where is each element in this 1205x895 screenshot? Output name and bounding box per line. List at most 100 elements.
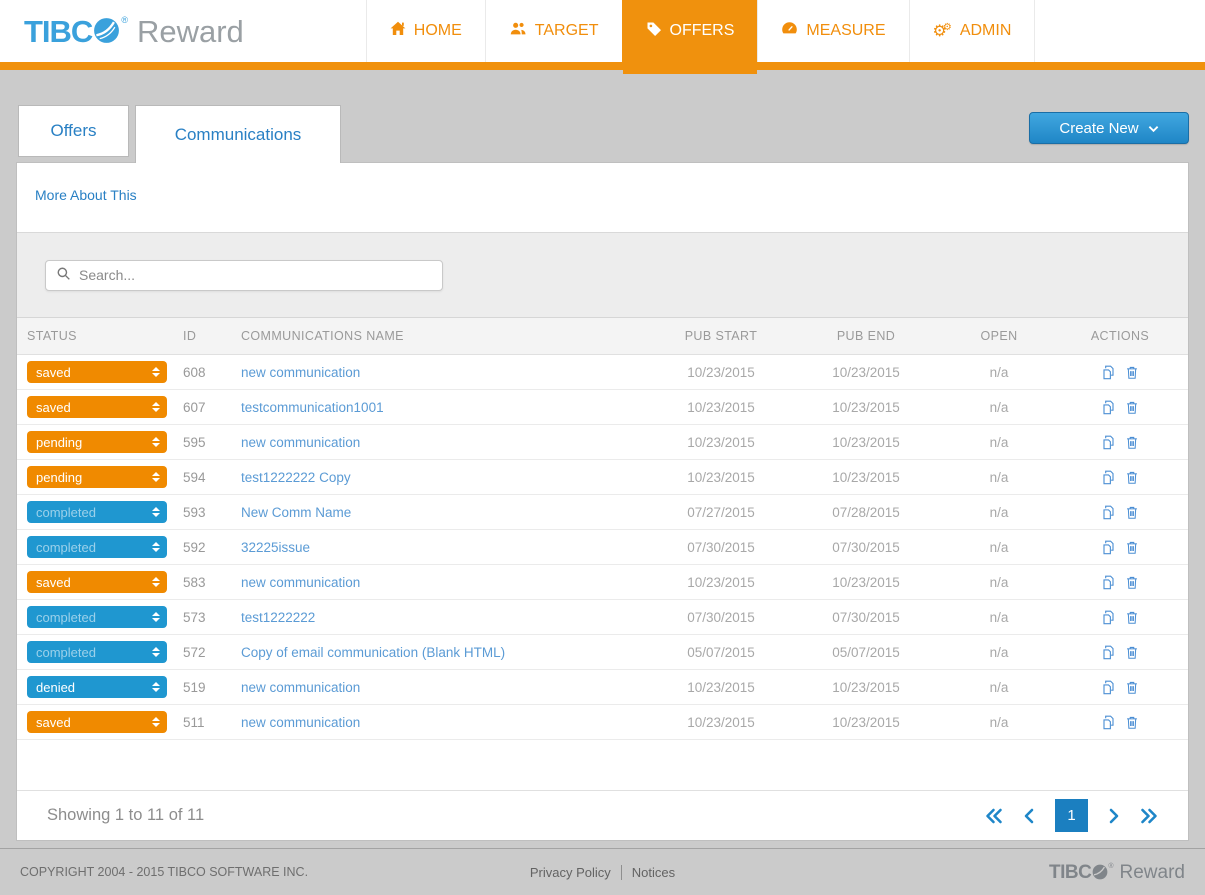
pub-start: 10/23/2015 bbox=[687, 679, 755, 695]
privacy-policy-link[interactable]: Privacy Policy bbox=[530, 865, 611, 880]
pub-end: 07/28/2015 bbox=[832, 504, 900, 520]
footer-logo-reward-text: Reward bbox=[1119, 861, 1185, 883]
status-value: saved bbox=[36, 399, 71, 415]
status-value: completed bbox=[36, 539, 96, 555]
current-page-button[interactable]: 1 bbox=[1055, 799, 1088, 832]
copy-icon[interactable] bbox=[1101, 540, 1116, 555]
communication-link[interactable]: new communication bbox=[241, 435, 360, 450]
communication-link[interactable]: New Comm Name bbox=[241, 505, 351, 520]
more-about-this-link[interactable]: More About This bbox=[35, 187, 137, 203]
main-content: Offers Communications Create New More Ab… bbox=[16, 105, 1189, 841]
trash-icon[interactable] bbox=[1125, 645, 1139, 660]
select-arrows-icon bbox=[152, 472, 160, 482]
trash-icon[interactable] bbox=[1125, 435, 1139, 450]
status-select[interactable]: saved bbox=[27, 361, 167, 383]
copy-icon[interactable] bbox=[1101, 610, 1116, 625]
copy-icon[interactable] bbox=[1101, 505, 1116, 520]
select-arrows-icon bbox=[152, 507, 160, 517]
nav-item-home[interactable]: HOME bbox=[365, 0, 485, 62]
copy-icon[interactable] bbox=[1101, 365, 1116, 380]
tab-offers[interactable]: Offers bbox=[18, 105, 129, 157]
open-value: n/a bbox=[989, 644, 1009, 660]
users-icon bbox=[509, 21, 527, 41]
gauge-icon bbox=[781, 21, 798, 41]
nav-item-admin[interactable]: ⚙⚙ ADMIN bbox=[908, 0, 1036, 62]
app-footer: COPYRIGHT 2004 - 2015 TIBCO SOFTWARE INC… bbox=[0, 848, 1205, 895]
communication-link[interactable]: test1222222 bbox=[241, 610, 315, 625]
search-input[interactable] bbox=[79, 267, 432, 283]
copy-icon[interactable] bbox=[1101, 400, 1116, 415]
status-select[interactable]: pending bbox=[27, 466, 167, 488]
gears-icon: ⚙⚙ bbox=[932, 21, 952, 40]
tab-label: Communications bbox=[174, 124, 302, 144]
row-id: 583 bbox=[183, 574, 206, 590]
status-value: denied bbox=[36, 679, 76, 695]
status-select[interactable]: completed bbox=[27, 501, 167, 523]
status-select[interactable]: denied bbox=[27, 676, 167, 698]
first-page-button[interactable] bbox=[985, 808, 1003, 824]
prev-page-button[interactable] bbox=[1023, 808, 1035, 824]
status-select[interactable]: saved bbox=[27, 711, 167, 733]
copy-icon[interactable] bbox=[1101, 715, 1116, 730]
create-new-button[interactable]: Create New bbox=[1029, 112, 1189, 144]
select-arrows-icon bbox=[152, 717, 160, 727]
copy-icon[interactable] bbox=[1101, 470, 1116, 485]
table-row: pending 594 test1222222 Copy 10/23/2015 … bbox=[17, 460, 1188, 495]
tab-communications[interactable]: Communications bbox=[135, 105, 341, 163]
status-select[interactable]: saved bbox=[27, 396, 167, 418]
communication-link[interactable]: new communication bbox=[241, 680, 360, 695]
last-page-button[interactable] bbox=[1140, 808, 1158, 824]
trash-icon[interactable] bbox=[1125, 715, 1139, 730]
next-page-button[interactable] bbox=[1108, 808, 1120, 824]
copy-icon[interactable] bbox=[1101, 435, 1116, 450]
trash-icon[interactable] bbox=[1125, 540, 1139, 555]
nav-label: ADMIN bbox=[959, 22, 1012, 39]
trash-icon[interactable] bbox=[1125, 610, 1139, 625]
trash-icon[interactable] bbox=[1125, 680, 1139, 695]
status-select[interactable]: saved bbox=[27, 571, 167, 593]
copy-icon[interactable] bbox=[1101, 680, 1116, 695]
communication-link[interactable]: 32225issue bbox=[241, 540, 310, 555]
table-row: saved 583 new communication 10/23/2015 1… bbox=[17, 565, 1188, 600]
trash-icon[interactable] bbox=[1125, 575, 1139, 590]
notices-link[interactable]: Notices bbox=[632, 865, 675, 880]
status-select[interactable]: completed bbox=[27, 606, 167, 628]
copy-icon[interactable] bbox=[1101, 645, 1116, 660]
column-header-pub-start: PUB START bbox=[684, 329, 758, 343]
app-header: TIBC ® Reward HOME TARGET OFFERS MEASURE… bbox=[0, 0, 1205, 74]
search-strip bbox=[17, 233, 1188, 318]
open-value: n/a bbox=[989, 504, 1009, 520]
trash-icon[interactable] bbox=[1125, 365, 1139, 380]
select-arrows-icon bbox=[152, 542, 160, 552]
communication-link[interactable]: testcommunication1001 bbox=[241, 400, 384, 415]
pub-end: 10/23/2015 bbox=[832, 434, 900, 450]
column-header-id: ID bbox=[183, 329, 197, 343]
logo-reward-text: Reward bbox=[136, 13, 244, 49]
communications-panel: More About This STATUS ID COMMUNICATIONS… bbox=[16, 162, 1189, 841]
communication-link[interactable]: new communication bbox=[241, 715, 360, 730]
footer-registered-mark: ® bbox=[1108, 862, 1114, 870]
status-select[interactable]: completed bbox=[27, 641, 167, 663]
communication-link[interactable]: Copy of email communication (Blank HTML) bbox=[241, 645, 505, 660]
communication-link[interactable]: new communication bbox=[241, 365, 360, 380]
status-select[interactable]: completed bbox=[27, 536, 167, 558]
status-select[interactable]: pending bbox=[27, 431, 167, 453]
nav-label: MEASURE bbox=[806, 22, 886, 39]
table-header: STATUS ID COMMUNICATIONS NAME PUB START … bbox=[17, 318, 1188, 355]
pub-start: 07/30/2015 bbox=[687, 609, 755, 625]
communication-link[interactable]: new communication bbox=[241, 575, 360, 590]
nav-label: OFFERS bbox=[669, 22, 735, 39]
copy-icon[interactable] bbox=[1101, 575, 1116, 590]
trash-icon[interactable] bbox=[1125, 470, 1139, 485]
nav-item-measure[interactable]: MEASURE bbox=[757, 0, 909, 62]
status-value: saved bbox=[36, 574, 71, 590]
communication-link[interactable]: test1222222 Copy bbox=[241, 470, 351, 485]
status-value: saved bbox=[36, 714, 71, 730]
trash-icon[interactable] bbox=[1125, 400, 1139, 415]
nav-item-target[interactable]: TARGET bbox=[484, 0, 622, 62]
trash-icon[interactable] bbox=[1125, 505, 1139, 520]
nav-item-offers[interactable]: OFFERS bbox=[621, 0, 758, 74]
table-row: denied 519 new communication 10/23/2015 … bbox=[17, 670, 1188, 705]
select-arrows-icon bbox=[152, 577, 160, 587]
search-icon bbox=[56, 266, 71, 284]
